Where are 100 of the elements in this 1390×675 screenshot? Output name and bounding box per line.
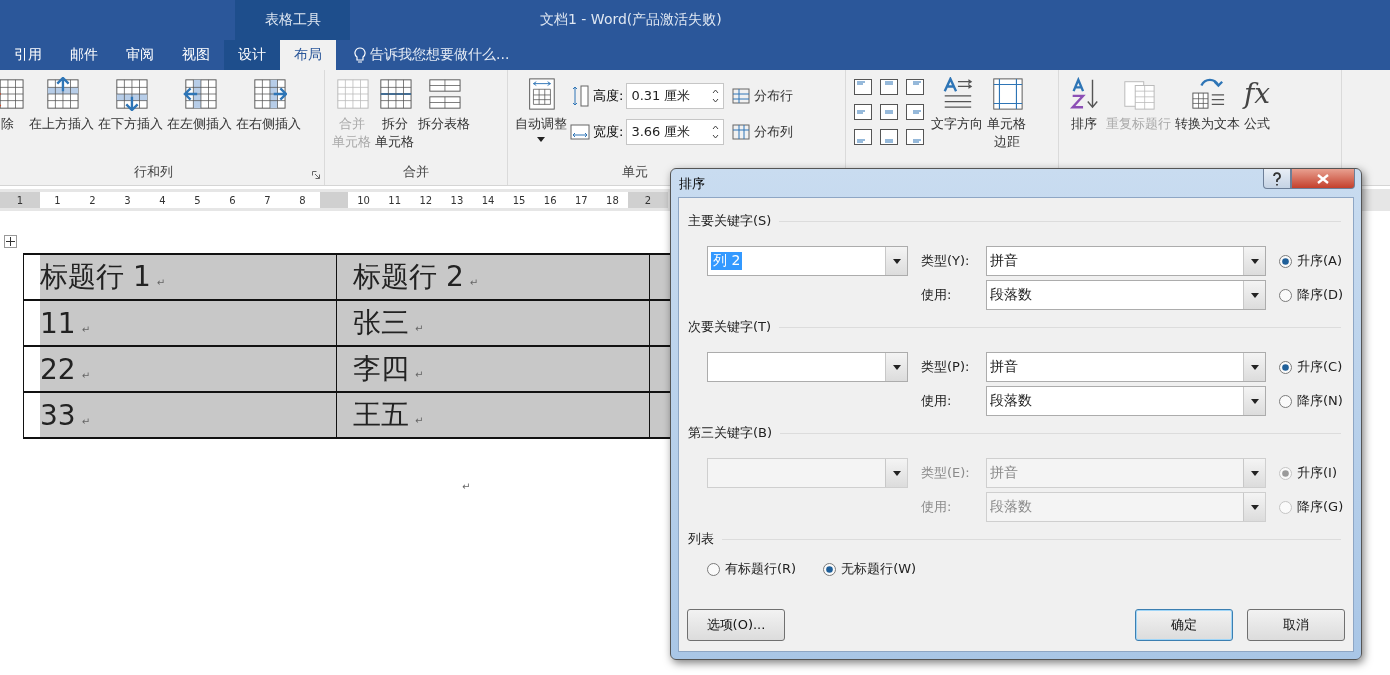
- dropdown-arrow-icon: [892, 470, 901, 476]
- cell-align-icon[interactable]: [854, 129, 872, 145]
- ruler-number: 12: [419, 194, 433, 206]
- ribbon-button[interactable]: 分布列: [726, 119, 800, 145]
- ribbon-button[interactable]: 分布行: [726, 83, 800, 109]
- ruler-margin: [320, 192, 348, 208]
- ribbon-button[interactable]: 文字方向: [930, 75, 984, 135]
- ruler-number: 2: [89, 194, 96, 206]
- ruler-number: 8: [299, 194, 306, 206]
- field-label: 使用:: [920, 286, 953, 304]
- close-button[interactable]: [1291, 169, 1355, 189]
- ribbon-tab[interactable]: 布局: [280, 40, 336, 70]
- table-cell-text: 标题行 1 ↵: [40, 260, 166, 293]
- ruler-number: 3: [124, 194, 131, 206]
- field-label: 类型(Y):: [920, 252, 971, 270]
- ruler-number: 18: [606, 194, 619, 206]
- dropdown-arrow-icon: [1250, 398, 1259, 404]
- dropdown-arrow-icon: [1250, 504, 1259, 510]
- spin-field[interactable]: 3.66 厘米: [626, 119, 725, 145]
- radio-dot-icon: [707, 562, 720, 576]
- radio-dot-icon: [1279, 288, 1292, 302]
- dropdown-field[interactable]: 段落数: [986, 280, 1266, 310]
- ribbon-tab[interactable]: 设计: [224, 40, 280, 70]
- ruler-number: 5: [194, 194, 201, 206]
- radio-button[interactable]: 降序(N): [1266, 392, 1353, 410]
- row-height-icon: [570, 85, 590, 107]
- radio-dot-icon: [1279, 360, 1292, 374]
- ribbon-button[interactable]: 排序: [1065, 75, 1103, 135]
- ruler-number: 16: [543, 194, 557, 206]
- radio-button[interactable]: 升序(A): [1266, 252, 1353, 270]
- cell-align-icon[interactable]: [906, 79, 924, 95]
- ribbon-tab[interactable]: 视图: [168, 40, 224, 70]
- cell-align-icon[interactable]: [906, 104, 924, 120]
- spin-field[interactable]: 0.31 厘米: [626, 83, 725, 109]
- ribbon-button[interactable]: 除: [0, 75, 26, 135]
- distribute-rows-icon: [732, 88, 751, 104]
- section-heading: 第三关键字(B): [688, 424, 773, 442]
- dropdown-arrow-icon: [1250, 364, 1259, 370]
- dialog-button[interactable]: 确定: [1135, 609, 1233, 641]
- ribbon-button[interactable]: 自动调整: [514, 75, 568, 144]
- dropdown-field[interactable]: 拼音: [986, 352, 1266, 382]
- dropdown-field[interactable]: 段落数: [986, 386, 1266, 416]
- radio-dot-icon: [1279, 254, 1292, 268]
- ribbon-button[interactable]: 在左侧插入: [166, 75, 233, 135]
- tell-me-field[interactable]: 告诉我您想要做什么...: [348, 40, 516, 70]
- radio-button[interactable]: 无标题行(W): [810, 560, 917, 578]
- radio-button[interactable]: 升序(C): [1266, 358, 1353, 376]
- ruler-number: 13: [450, 194, 464, 206]
- section-heading: 次要关键字(T): [688, 318, 772, 336]
- dropdown-field[interactable]: 拼音: [986, 246, 1266, 276]
- cell-align-icon[interactable]: [880, 129, 898, 145]
- dialog-button[interactable]: 选项(O)...: [687, 609, 785, 641]
- ruler-number: 15: [512, 194, 526, 206]
- ruler-number: 7: [264, 194, 271, 206]
- ribbon-tab[interactable]: 审阅: [112, 40, 168, 70]
- radio-button[interactable]: 降序(D): [1266, 286, 1353, 304]
- ribbon-button[interactable]: 在上方插入: [28, 75, 95, 135]
- insert-column-left-icon: [181, 77, 218, 111]
- ribbon-button[interactable]: 在下方插入: [97, 75, 164, 135]
- radio-dot-icon: [1279, 500, 1292, 514]
- dialog-button[interactable]: 取消: [1247, 609, 1345, 641]
- paragraph-mark: ↵: [462, 481, 471, 492]
- convert-to-text-icon: [1189, 77, 1226, 111]
- spin-arrows-icon[interactable]: [712, 89, 720, 103]
- ribbon-button[interactable]: 单元格 边距: [986, 75, 1027, 153]
- window-title: 文档1 - Word(产品激活失败): [540, 11, 722, 29]
- cell-align-icon[interactable]: [854, 79, 872, 95]
- help-button[interactable]: [1263, 169, 1291, 189]
- cell-align-icon[interactable]: [854, 104, 872, 120]
- cell-align-icon[interactable]: [880, 104, 898, 120]
- help-icon: [1272, 171, 1282, 186]
- radio-button[interactable]: 有标题行(R): [694, 560, 797, 578]
- ruler-number: 4: [159, 194, 166, 206]
- group-label: 行和列: [133, 164, 173, 179]
- cell-align-icon[interactable]: [906, 129, 924, 145]
- table-cell-text: 33 ↵: [40, 398, 91, 432]
- ribbon-button[interactable]: 拆分 单元格: [374, 75, 415, 153]
- column-width-icon: [570, 121, 590, 143]
- table-cell-text: 张三 ↵: [353, 306, 424, 339]
- dialog-launcher-icon[interactable]: [312, 171, 320, 179]
- ruler-number: 10: [357, 194, 370, 206]
- field-label: 使用:: [920, 498, 953, 516]
- ribbon-button[interactable]: 转换为文本: [1174, 75, 1241, 135]
- dropdown-arrow-icon: [1250, 292, 1259, 298]
- ruler-number: 1: [16, 194, 24, 206]
- table-move-handle-icon[interactable]: [4, 235, 17, 248]
- ruler-number: 11: [388, 194, 402, 206]
- ribbon-button[interactable]: 拆分表格: [417, 75, 471, 135]
- ribbon-tab[interactable]: 引用: [0, 40, 56, 70]
- ribbon-button[interactable]: fx 公式: [1243, 75, 1272, 135]
- dropdown-field[interactable]: [707, 352, 908, 382]
- ribbon-tab[interactable]: 邮件: [56, 40, 112, 70]
- field-label: 类型(E):: [920, 464, 971, 482]
- spin-arrows-icon[interactable]: [712, 125, 720, 139]
- radio-dot-icon: [823, 562, 837, 576]
- table-cell-text: 标题行 2 ↵: [353, 260, 479, 293]
- cell-align-icon[interactable]: [880, 79, 898, 95]
- ribbon-button[interactable]: 在右侧插入: [235, 75, 302, 135]
- field-label: 宽度:: [593, 123, 624, 141]
- ruler-number: 14: [481, 194, 495, 206]
